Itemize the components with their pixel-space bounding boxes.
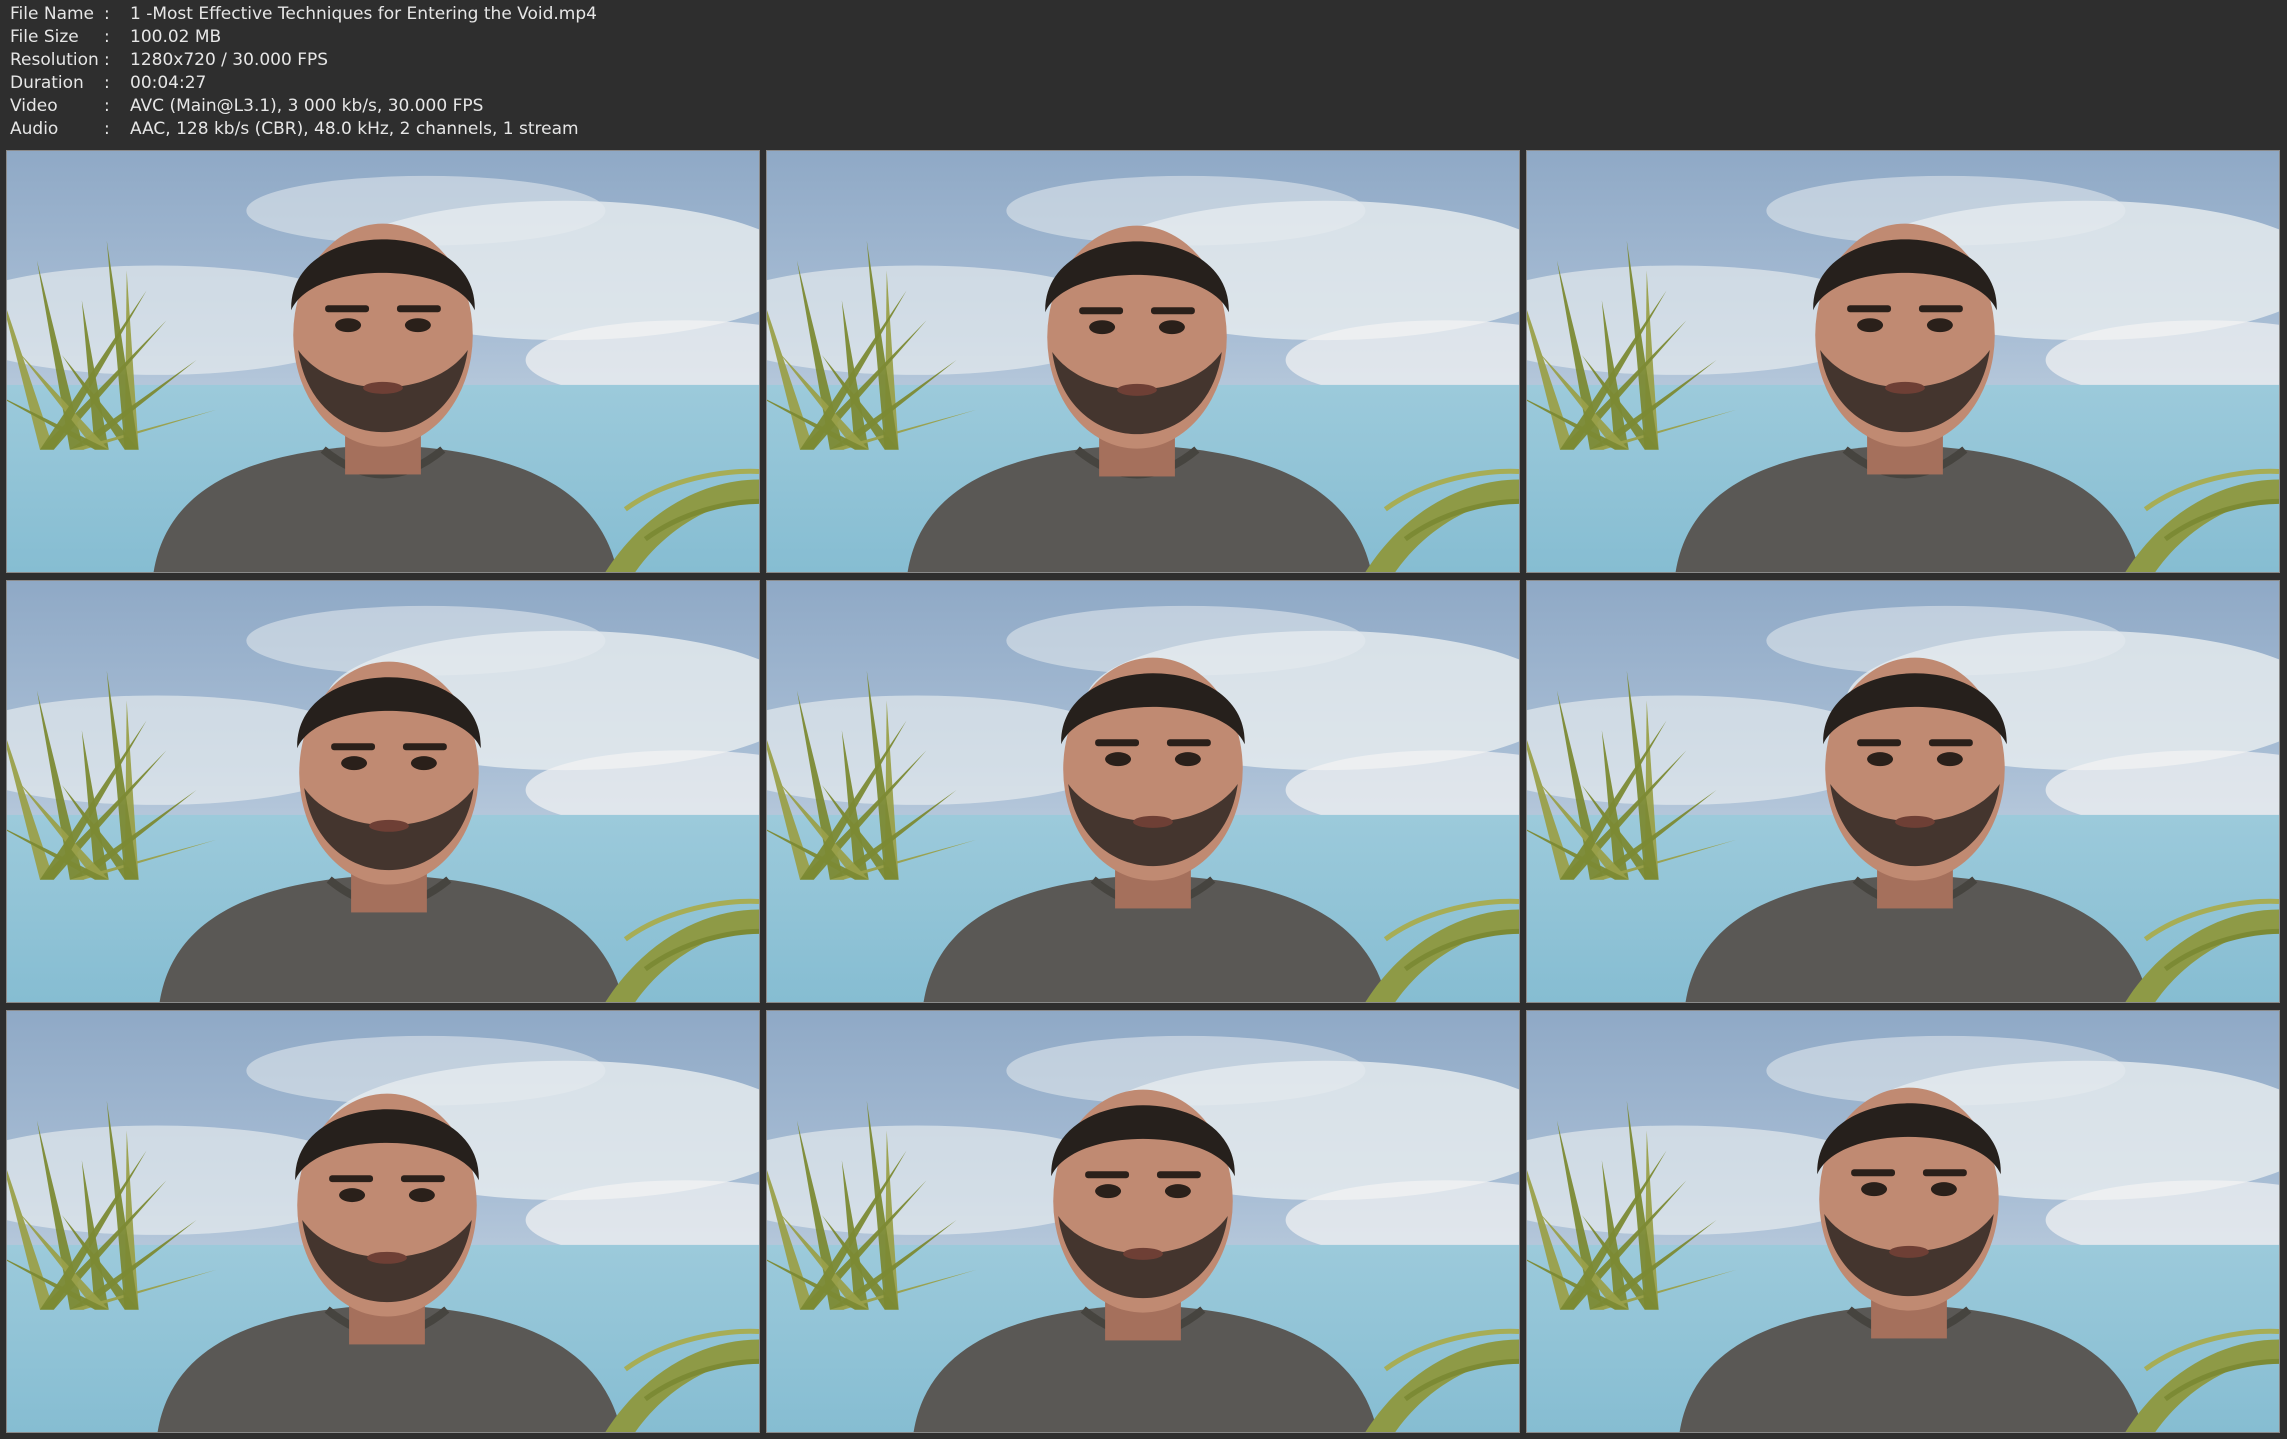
video-frame-icon: [767, 581, 1519, 1002]
info-value: 1 -Most Effective Techniques for Enterin…: [130, 4, 597, 24]
video-frame-icon: [1527, 151, 2279, 572]
info-value: 1280x720 / 30.000 FPS: [130, 50, 329, 70]
video-frame-icon: [1527, 1011, 2279, 1432]
info-label: Duration: [10, 73, 84, 93]
video-frame-icon: [1527, 581, 2279, 1002]
info-separator: :: [104, 96, 110, 116]
info-row-file-name: File Name : 1 -Most Effective Techniques…: [10, 3, 1210, 26]
info-value: 00:04:27: [130, 73, 207, 93]
info-row-file-size: File Size : 100.02 MB: [10, 26, 1210, 49]
video-thumbnail: [766, 580, 1520, 1003]
info-row-video: Video : AVC (Main@L3.1), 3 000 kb/s, 30.…: [10, 95, 1210, 118]
video-frame-icon: [7, 151, 759, 572]
info-separator: :: [104, 4, 110, 24]
info-separator: :: [104, 50, 110, 70]
video-frame-icon: [767, 151, 1519, 572]
video-thumbnail: [766, 1010, 1520, 1433]
video-thumbnail: [766, 150, 1520, 573]
info-separator: :: [104, 119, 110, 139]
video-thumbnail: [6, 150, 760, 573]
info-separator: :: [104, 73, 110, 93]
video-frame-icon: [767, 1011, 1519, 1432]
info-label: Audio: [10, 119, 59, 139]
info-label: Video: [10, 96, 58, 116]
media-info-panel: File Name : 1 -Most Effective Techniques…: [10, 3, 1210, 141]
video-thumbnail: [1526, 1010, 2280, 1433]
info-label: File Name: [10, 4, 95, 24]
info-row-resolution: Resolution : 1280x720 / 30.000 FPS: [10, 49, 1210, 72]
video-thumbnail: [1526, 150, 2280, 573]
info-value: 100.02 MB: [130, 27, 222, 47]
info-row-duration: Duration : 00:04:27: [10, 72, 1210, 95]
info-label: Resolution: [10, 50, 99, 70]
info-separator: :: [104, 27, 110, 47]
video-frame-icon: [7, 1011, 759, 1432]
info-value: AAC, 128 kb/s (CBR), 48.0 kHz, 2 channel…: [130, 119, 579, 139]
video-thumbnail: [1526, 580, 2280, 1003]
video-thumbnail: [6, 1010, 760, 1433]
info-value: AVC (Main@L3.1), 3 000 kb/s, 30.000 FPS: [130, 96, 484, 116]
info-row-audio: Audio : AAC, 128 kb/s (CBR), 48.0 kHz, 2…: [10, 118, 1210, 141]
info-label: File Size: [10, 27, 79, 47]
thumbnail-grid: [6, 150, 2281, 1433]
video-frame-icon: [7, 581, 759, 1002]
video-thumbnail: [6, 580, 760, 1003]
